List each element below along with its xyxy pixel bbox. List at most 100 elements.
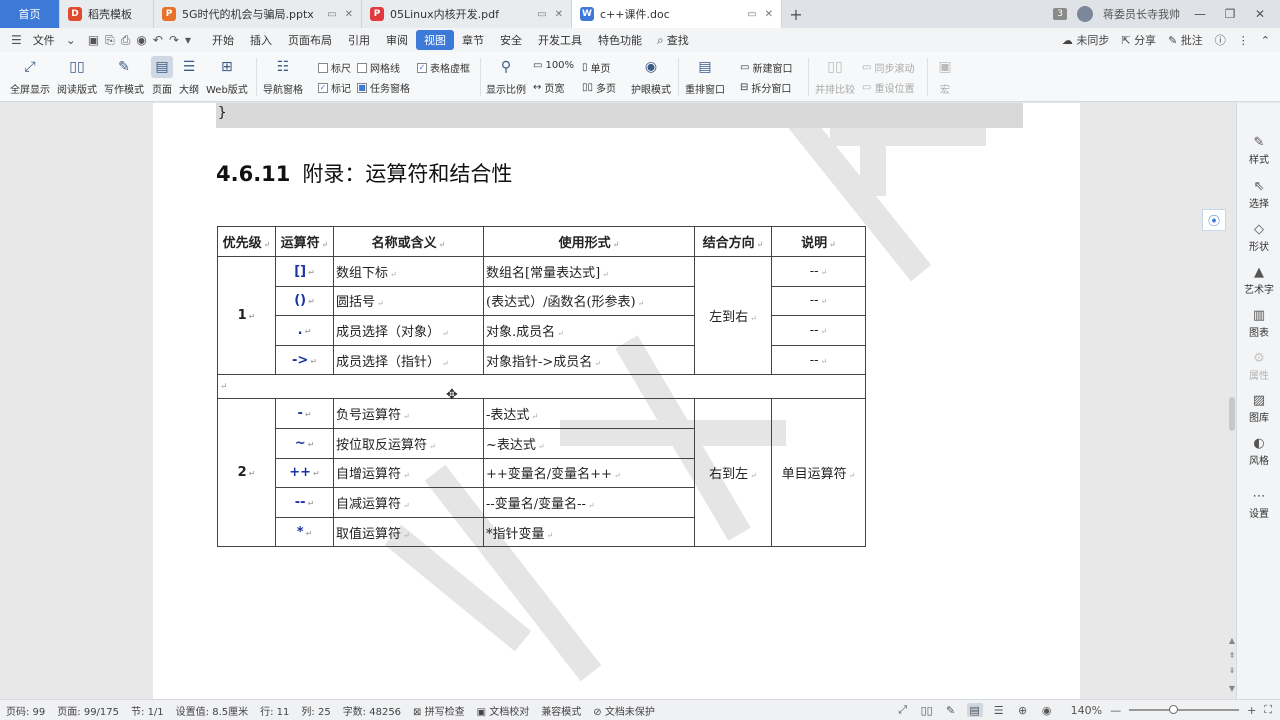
theme-button[interactable]: ◐ 风格 [1237,436,1280,467]
location-pin-icon[interactable]: ⦿ [1202,209,1226,231]
status-row[interactable]: 行: 11 [260,703,289,718]
protect-status[interactable]: ⊘ 文档未保护 [593,703,655,718]
redo-icon[interactable]: ↷ [166,33,182,47]
status-page-code[interactable]: 页码: 99 [6,703,45,718]
style-button[interactable]: ✎ 样式 [1237,135,1280,166]
collapse-ribbon-icon[interactable]: ⌃ [1261,34,1270,47]
chart-button[interactable]: ▥ 图表 [1237,308,1280,339]
more-icon[interactable]: ⋮ [1238,34,1249,47]
pin-icon[interactable]: ▭ [747,9,756,20]
menu-start[interactable]: 开始 [204,30,242,50]
page-view-icon[interactable]: ▤ [966,703,983,717]
file-menu[interactable]: 文件 [25,30,63,50]
menu-review[interactable]: 审阅 [378,30,416,50]
tab-pptx[interactable]: P 5G时代的机会与骗局.pptx ▭ ✕ [154,0,362,28]
minimize-button[interactable]: — [1190,7,1210,21]
tab-doc[interactable]: W c++课件.doc ▭ ✕ [572,0,782,28]
customize-icon[interactable]: ▾ [182,33,194,47]
spell-check-button[interactable]: ⊠ 拼写检查 [413,703,465,718]
fit-page-icon[interactable]: ⛶ [1264,703,1272,717]
menu-security[interactable]: 安全 [492,30,530,50]
menu-reference[interactable]: 引用 [340,30,378,50]
status-section[interactable]: 节: 1/1 [131,703,164,718]
print-icon[interactable]: ⎙ [118,33,134,48]
hamburger-icon[interactable]: ☰ [8,33,25,47]
scrollbar-thumb[interactable] [1229,397,1235,431]
task-pane-checkbox[interactable]: ■ 任务窗格 [357,80,410,95]
export-icon[interactable]: ⎘ [102,33,118,48]
scroll-down-icon[interactable]: ▼ [1228,684,1236,693]
save-icon[interactable]: ▣ [85,33,102,47]
writing-mode-button[interactable]: ✎ 写作模式 [104,56,144,96]
split-window-button[interactable]: ⊟ 拆分窗口 [740,80,791,95]
compat-mode[interactable]: 兼容模式 [541,703,581,718]
eye-mode-button[interactable]: ◉ 护眼模式 [631,56,671,96]
format-painter-icon[interactable]: ◉ [133,33,149,47]
user-name[interactable]: 蒋委员长寺我帅 [1103,6,1180,22]
table-frame-checkbox[interactable]: ✓ 表格虚框 [417,60,470,75]
pin-icon[interactable]: ▭ [537,9,546,20]
menu-view[interactable]: 视图 [416,30,455,50]
status-words[interactable]: 字数: 48256 [343,703,401,718]
shape-button[interactable]: ◇ 形状 [1237,222,1280,253]
share-button[interactable]: ⇱ 分享 [1121,32,1156,48]
zoom-100-button[interactable]: ▭ 100% [533,60,574,71]
gridlines-checkbox[interactable]: 网格线 [357,60,400,75]
outline-button[interactable]: ☰ 大纲 [178,56,200,96]
select-button[interactable]: ⇖ 选择 [1237,179,1280,210]
outline-view-icon[interactable]: ☰ [991,703,1007,717]
zoom-out-icon[interactable]: — [1110,704,1121,717]
gallery-button[interactable]: ▨ 图库 [1237,393,1280,424]
macro-button[interactable]: ▣ 宏 [934,56,956,96]
menu-chapter[interactable]: 章节 [454,30,492,50]
next-page-icon[interactable]: ⇟ [1228,666,1236,675]
status-col[interactable]: 列: 25 [301,703,330,718]
marks-checkbox[interactable]: ✓ 标记 [318,80,351,95]
menu-insert[interactable]: 插入 [242,30,280,50]
nav-pane-button[interactable]: ☷ 导航窗格 [263,56,303,96]
prev-page-icon[interactable]: ⇞ [1228,651,1236,660]
scroll-up-icon[interactable]: ▲ [1228,636,1236,645]
help-icon[interactable]: ⓘ [1215,32,1226,48]
document-page[interactable]: } 4.6.11 附录：运算符和结合性 优先级 ↵ 运算符 ↵ 名称或含义 ↵ 使用形式… [153,103,1080,699]
multi-page-button[interactable]: ▯▯ 多页 [582,80,616,95]
menu-layout[interactable]: 页面布局 [280,30,340,50]
window-count-badge[interactable]: 3 [1053,8,1067,20]
tab-docer[interactable]: D 稻壳模板 [60,0,154,28]
zoom-in-icon[interactable]: + [1247,704,1256,717]
tab-home[interactable]: 首页 [0,0,60,28]
tab-pdf[interactable]: P 05Linux内核开发.pdf ▭ ✕ [362,0,572,28]
close-icon[interactable]: ✕ [555,9,563,20]
zoom-slider[interactable] [1129,704,1240,716]
close-window-button[interactable]: ✕ [1250,7,1270,21]
status-page[interactable]: 页面: 99/175 [57,703,119,718]
sync-button[interactable]: ☁ 未同步 [1062,32,1110,48]
search-icon[interactable]: ⌕ [654,33,667,48]
proofread-button[interactable]: ▣ 文档校对 [477,703,530,718]
new-tab-button[interactable]: + [782,0,810,28]
pin-icon[interactable]: ▭ [327,9,336,20]
web-view-icon[interactable]: ⊕ [1015,703,1031,717]
sync-scroll-button[interactable]: ▭ 同步滚动 [862,60,914,75]
menu-features[interactable]: 特色功能 [590,30,650,50]
comment-button[interactable]: ✎ 批注 [1168,32,1203,48]
wordart-button[interactable]: ▲ 艺术字 [1237,265,1280,296]
reading-mode-button[interactable]: ▯▯ 阅读版式 [57,56,97,96]
fullscreen-button[interactable]: ⤢ 全屏显示 [10,56,50,96]
vertical-scrollbar[interactable] [1228,103,1236,699]
close-icon[interactable]: ✕ [765,9,773,20]
zoom-slider-knob[interactable] [1169,705,1179,714]
restore-button[interactable]: ❐ [1220,7,1240,21]
reset-position-button[interactable]: ▭ 重设位置 [862,80,914,95]
property-button[interactable]: ⚙ 属性 [1237,351,1280,382]
fit-icon[interactable]: ⤢ [895,703,911,717]
zoom-level[interactable]: 140% [1071,704,1102,717]
search-button[interactable]: 查找 [667,30,697,50]
single-page-button[interactable]: ▯ 单页 [582,60,611,75]
arrange-window-button[interactable]: ▤ 重排窗口 [685,56,725,96]
page-view-button[interactable]: ▤ 页面 [151,56,173,96]
avatar[interactable] [1077,6,1093,22]
undo-icon[interactable]: ↶ [150,33,166,47]
ruler-checkbox[interactable]: 标尺 [318,60,351,75]
display-ratio-button[interactable]: ⚲ 显示比例 [486,56,526,96]
